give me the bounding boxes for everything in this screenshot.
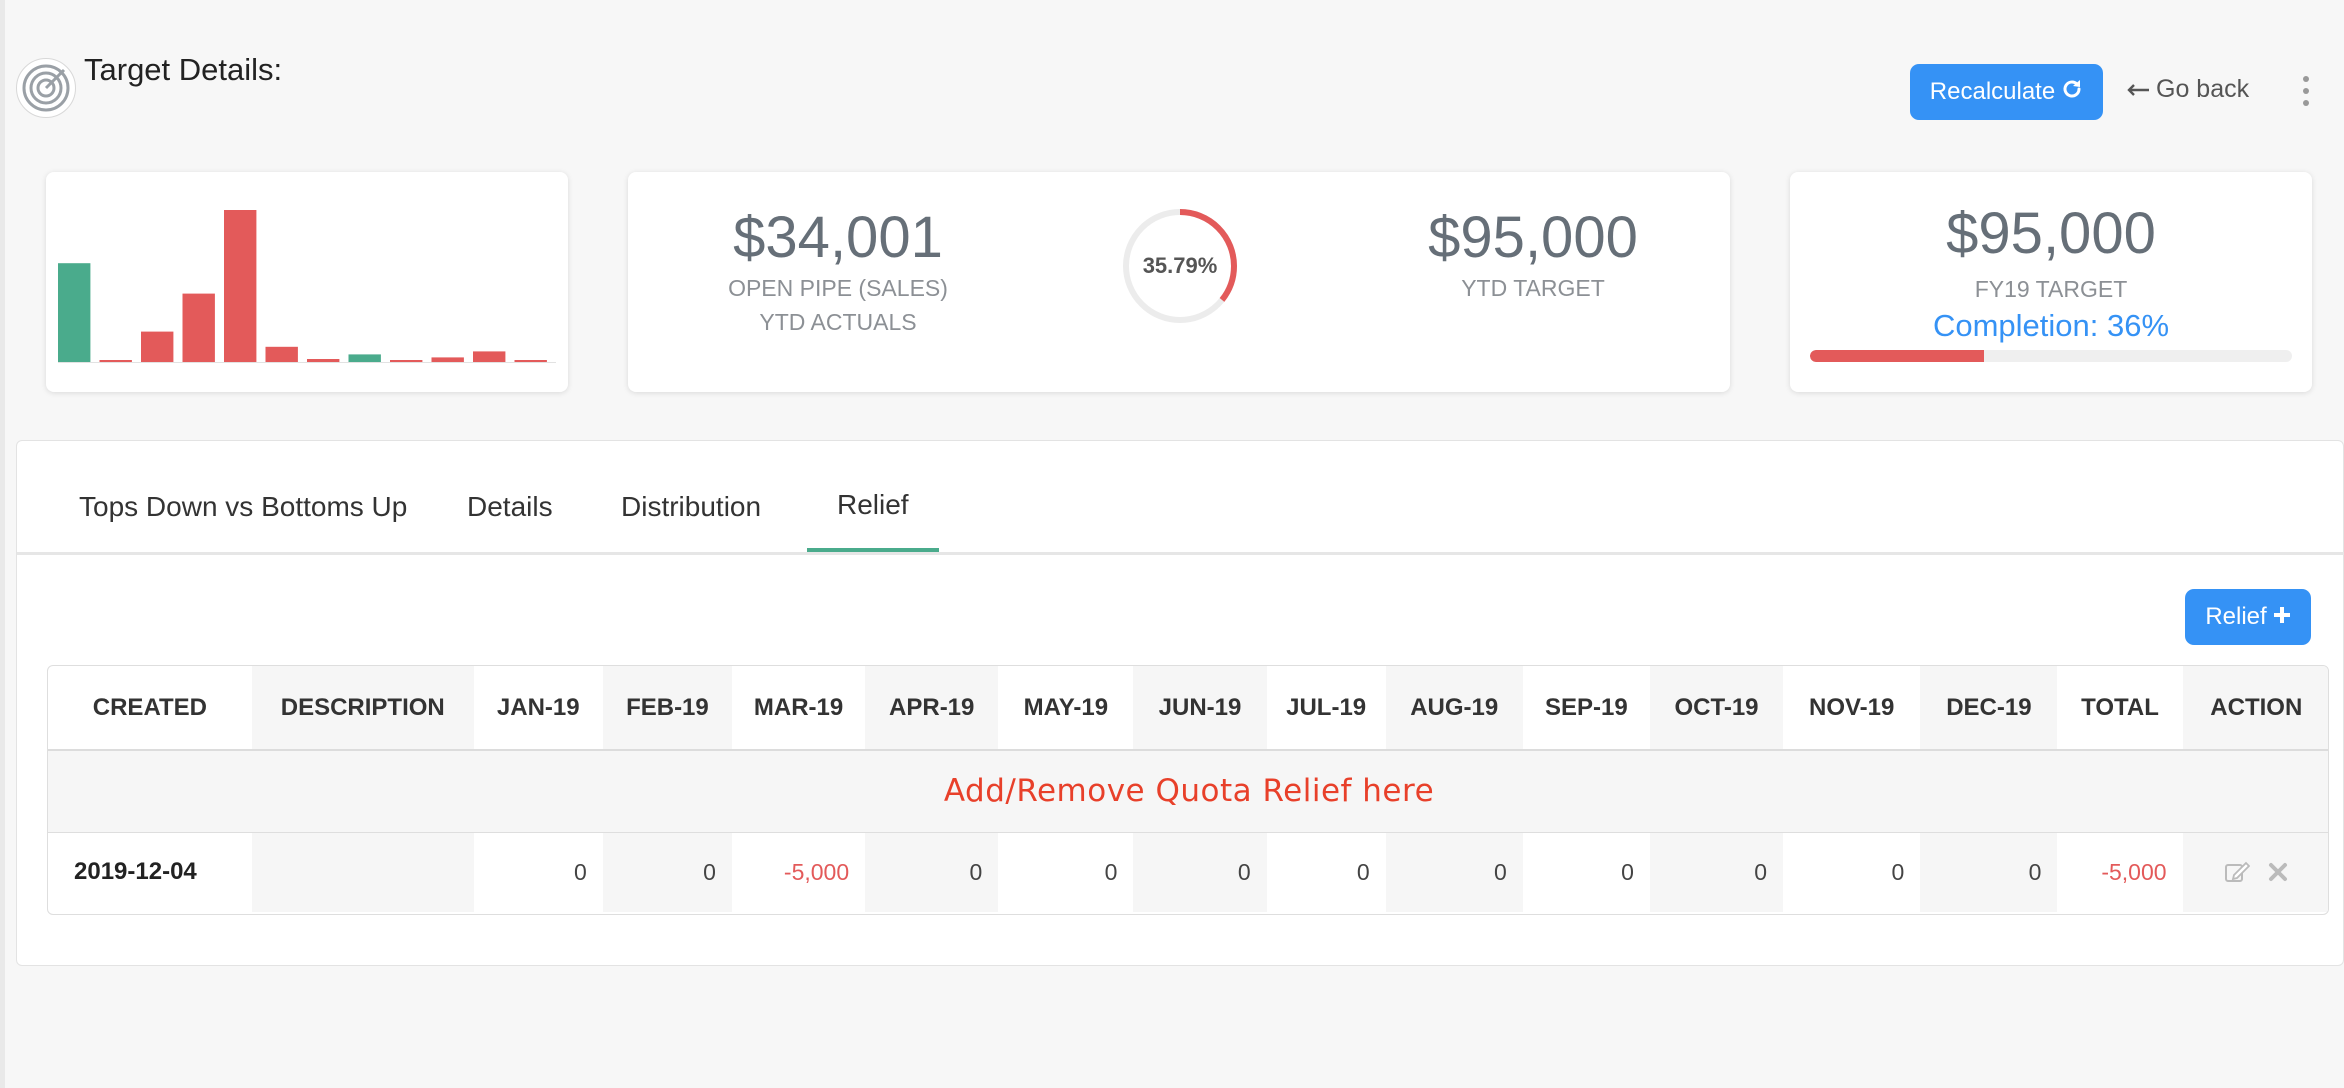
chart-bar xyxy=(141,331,174,362)
column-header: MAR-19 xyxy=(731,666,866,751)
tab-distribution[interactable]: Distribution xyxy=(621,491,761,523)
ytd-target-amount: $95,000 xyxy=(1428,205,1638,270)
active-tab-indicator xyxy=(807,548,939,552)
chart-bar xyxy=(431,357,464,362)
month-cell: 0 xyxy=(1133,832,1267,912)
left-border xyxy=(0,0,5,1088)
column-header: AUG-19 xyxy=(1385,666,1523,751)
edit-icon[interactable] xyxy=(2224,860,2251,884)
refresh-icon xyxy=(2061,78,2083,107)
table-header-row: CREATED DESCRIPTION JAN-19 FEB-19 MAR-19… xyxy=(48,666,2328,751)
ytd-actuals-label: YTD ACTUALS xyxy=(759,309,917,335)
completion-donut: 35.79% xyxy=(1120,206,1240,326)
chart-bar xyxy=(348,354,381,362)
column-header: FEB-19 xyxy=(602,666,732,751)
tab-bar: Tops Down vs Bottoms Up Details Distribu… xyxy=(17,441,2344,555)
chart-bar xyxy=(182,293,215,362)
chart-bar xyxy=(307,359,340,362)
page-title: Target Details: xyxy=(84,52,283,87)
month-cell: 0 xyxy=(1356,858,1370,885)
arrow-left-icon xyxy=(2126,75,2150,104)
chart-bar xyxy=(514,360,547,362)
month-cell: 0 xyxy=(1385,832,1523,912)
recalculate-label: Recalculate xyxy=(1929,78,2056,105)
total-cell: -5,000 xyxy=(2101,858,2167,885)
add-relief-button[interactable]: Relief xyxy=(2185,589,2311,645)
go-back-link[interactable]: Go back xyxy=(2126,75,2249,104)
bar-chart-card xyxy=(46,172,568,392)
chart-bar xyxy=(99,360,132,362)
completion-progress-bar xyxy=(1810,350,2292,362)
completion-progress-fill xyxy=(1810,350,1984,362)
stats-card: $34,001 OPEN PIPE (SALES) YTD ACTUALS 35… xyxy=(628,172,1730,392)
column-header: MAY-19 xyxy=(998,666,1134,751)
month-cell: 0 xyxy=(574,858,587,885)
relief-button-label: Relief xyxy=(2205,603,2267,630)
created-cell: 2019-12-04 xyxy=(74,858,197,886)
more-options-icon[interactable] xyxy=(2298,76,2314,106)
column-header: CREATED xyxy=(48,666,252,751)
column-header: OCT-19 xyxy=(1649,666,1784,751)
tab-tops-down-vs-bottoms-up[interactable]: Tops Down vs Bottoms Up xyxy=(79,491,407,523)
column-header: ACTION xyxy=(2182,666,2328,751)
notice-row: Add/Remove Quota Relief here xyxy=(48,750,2328,833)
chart-bar xyxy=(58,263,91,362)
chart-bar xyxy=(224,210,257,362)
quota-relief-notice: Add/Remove Quota Relief here xyxy=(48,750,2328,833)
column-header: SEP-19 xyxy=(1522,666,1650,751)
month-cell: -5,000 xyxy=(783,858,850,885)
month-cell: 0 xyxy=(865,832,999,912)
chart-bar xyxy=(390,360,423,362)
delete-icon[interactable] xyxy=(2268,862,2288,882)
target-icon xyxy=(16,58,76,118)
action-cell xyxy=(2182,832,2328,912)
main-panel: Tops Down vs Bottoms Up Details Distribu… xyxy=(16,440,2344,966)
column-header: TOTAL xyxy=(2057,666,2183,751)
ytd-target-label: YTD TARGET xyxy=(1461,275,1605,301)
open-pipe-block: $34,001 OPEN PIPE (SALES) YTD ACTUALS xyxy=(708,204,968,339)
open-pipe-amount: $34,001 xyxy=(733,205,943,270)
column-header: APR-19 xyxy=(865,666,999,751)
column-header: JAN-19 xyxy=(473,666,603,751)
column-header: JUL-19 xyxy=(1266,666,1386,751)
column-header: DEC-19 xyxy=(1920,666,2058,751)
description-cell xyxy=(251,832,474,912)
column-header: JUN-19 xyxy=(1133,666,1267,751)
month-cell: 0 xyxy=(1621,858,1634,885)
tab-relief[interactable]: Relief xyxy=(837,489,909,521)
completion-label: Completion: 36% xyxy=(1932,308,2170,343)
column-header: NOV-19 xyxy=(1783,666,1921,751)
chart-bar xyxy=(473,351,506,362)
fy-target-label: FY19 TARGET xyxy=(1974,276,2128,302)
tab-details[interactable]: Details xyxy=(467,491,553,523)
month-cell: 0 xyxy=(1920,832,2058,912)
month-cell: 0 xyxy=(1104,858,1118,885)
donut-percent-label: 35.79% xyxy=(1143,253,1218,278)
relief-table: CREATED DESCRIPTION JAN-19 FEB-19 MAR-19… xyxy=(47,665,2329,915)
fy-target-amount: $95,000 xyxy=(1946,201,2156,266)
month-cell: 0 xyxy=(1891,858,1905,885)
go-back-label: Go back xyxy=(2156,75,2250,103)
open-pipe-label: OPEN PIPE (SALES) xyxy=(728,275,948,301)
bar-chart xyxy=(58,210,556,363)
plus-icon xyxy=(2273,603,2291,631)
ytd-target-block: $95,000 YTD TARGET xyxy=(1408,204,1658,305)
chart-bar xyxy=(265,346,298,362)
column-header: DESCRIPTION xyxy=(251,666,474,751)
table-row: 2019-12-04 0 0 -5,000 0 0 0 0 0 0 0 0 0 … xyxy=(48,832,2328,912)
month-cell: 0 xyxy=(1649,832,1784,912)
fy-target-card: $95,000 FY19 TARGET Completion: 36% xyxy=(1790,172,2312,392)
month-cell: 0 xyxy=(602,832,732,912)
recalculate-button[interactable]: Recalculate xyxy=(1910,64,2103,120)
